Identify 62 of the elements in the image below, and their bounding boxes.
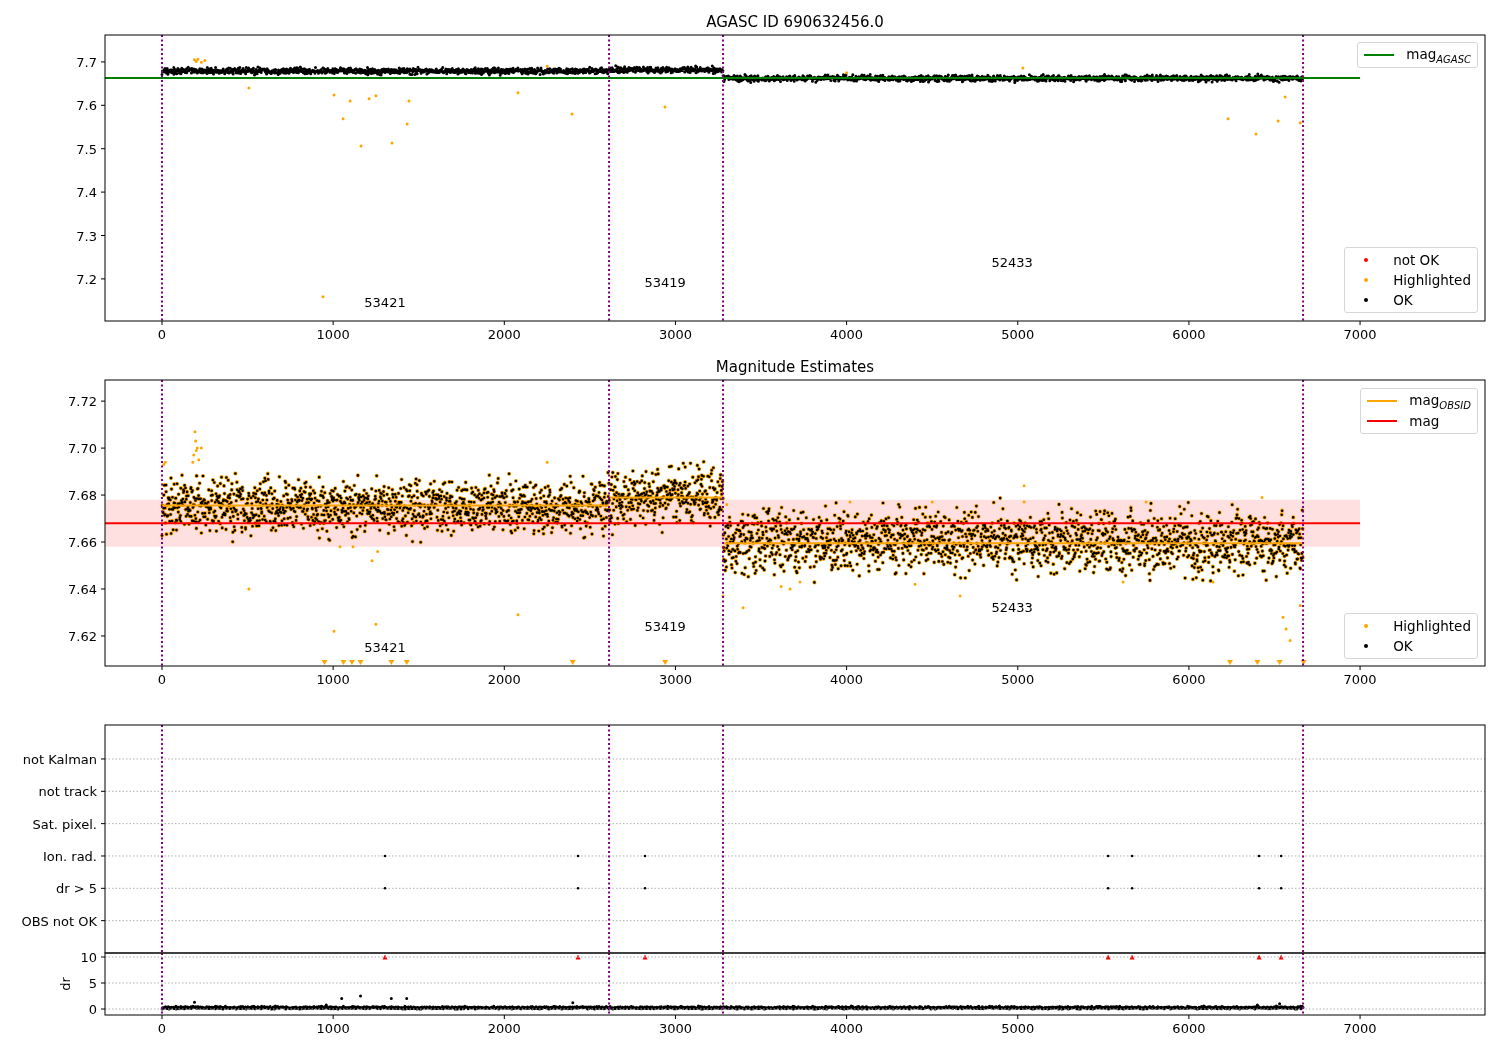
flag-label: Ion. rad.: [43, 849, 97, 864]
flag-label: not track: [38, 784, 97, 800]
legend-label: mag: [1409, 413, 1440, 429]
y-tick-label: 7.72: [68, 394, 97, 410]
x-tick-label: 7000: [1343, 672, 1377, 687]
obsid-label: 53419: [644, 275, 686, 291]
y-tick-label: 7.4: [76, 185, 97, 201]
x-tick-label: 5000: [1001, 1021, 1035, 1036]
x-tick-label: 6000: [1172, 1021, 1206, 1036]
x-tick-label: 1000: [316, 672, 350, 687]
y-tick-label: 7.5: [76, 141, 97, 157]
y-tick-label: 7.7: [76, 54, 97, 70]
flag-label: Sat. pixel.: [32, 816, 97, 832]
x-tick-label: 3000: [658, 672, 692, 687]
y-tick-label: 7.2: [76, 271, 97, 287]
x-tick-label: 0: [157, 1021, 167, 1036]
x-tick-label: 2000: [487, 327, 521, 342]
obsid-label: 53419: [644, 619, 686, 635]
legend-label: Highlighted: [1393, 618, 1471, 634]
x-tick-label: 4000: [830, 672, 864, 687]
obsid-label: 52433: [991, 254, 1033, 270]
obsid-label: 53421: [364, 640, 406, 656]
legend-label: OK: [1393, 638, 1413, 654]
legend-label: mag$_{AGASC}$: [1406, 45, 1471, 65]
legend-label: Highlighted: [1393, 272, 1471, 288]
x-tick-label: 0: [157, 327, 167, 342]
x-tick-label: 6000: [1172, 327, 1206, 342]
y-tick-label: 7.3: [76, 228, 97, 244]
flag-label: OBS not OK: [21, 913, 97, 929]
y-tick-label: 7.64: [68, 582, 97, 597]
x-tick-label: 4000: [830, 1021, 864, 1036]
obsid-label: 53421: [364, 295, 406, 311]
x-tick-label: 7000: [1343, 327, 1377, 342]
y-tick-label: 7.62: [68, 628, 97, 644]
y-tick-label: 7.6: [76, 98, 97, 114]
y-tick-label: 10: [80, 950, 97, 965]
y-tick-label: 0: [88, 1002, 97, 1017]
flag-label: dr > 5: [55, 881, 97, 897]
legend-label: OK: [1393, 292, 1413, 308]
x-tick-label: 1000: [316, 1021, 350, 1036]
x-tick-label: 2000: [487, 672, 521, 687]
x-tick-label: 3000: [658, 327, 692, 342]
flag-label: not Kalman: [22, 751, 97, 767]
x-tick-label: 0: [157, 672, 167, 687]
y-tick-label: 7.66: [68, 535, 97, 550]
x-tick-label: 2000: [487, 1021, 521, 1036]
x-tick-label: 1000: [316, 327, 350, 342]
chart-title: Magnitude Estimates: [715, 358, 875, 376]
x-tick-label: 5000: [1001, 327, 1035, 342]
y-tick-label: 7.68: [68, 488, 97, 504]
y-tick-label: 7.70: [68, 441, 97, 457]
x-tick-label: 6000: [1172, 672, 1206, 687]
y-tick-label: 5: [88, 976, 97, 991]
x-tick-label: 5000: [1001, 672, 1035, 687]
y-axis-label: dr: [58, 977, 73, 991]
obsid-label: 52433: [991, 600, 1033, 616]
legend-label: not OK: [1393, 252, 1440, 268]
x-tick-label: 7000: [1343, 1021, 1377, 1036]
chart-title: AGASC ID 690632456.0: [706, 13, 884, 31]
x-tick-label: 4000: [830, 327, 864, 342]
x-tick-label: 3000: [658, 1021, 692, 1036]
legend-label: mag$_{OBSID}$: [1409, 391, 1471, 411]
